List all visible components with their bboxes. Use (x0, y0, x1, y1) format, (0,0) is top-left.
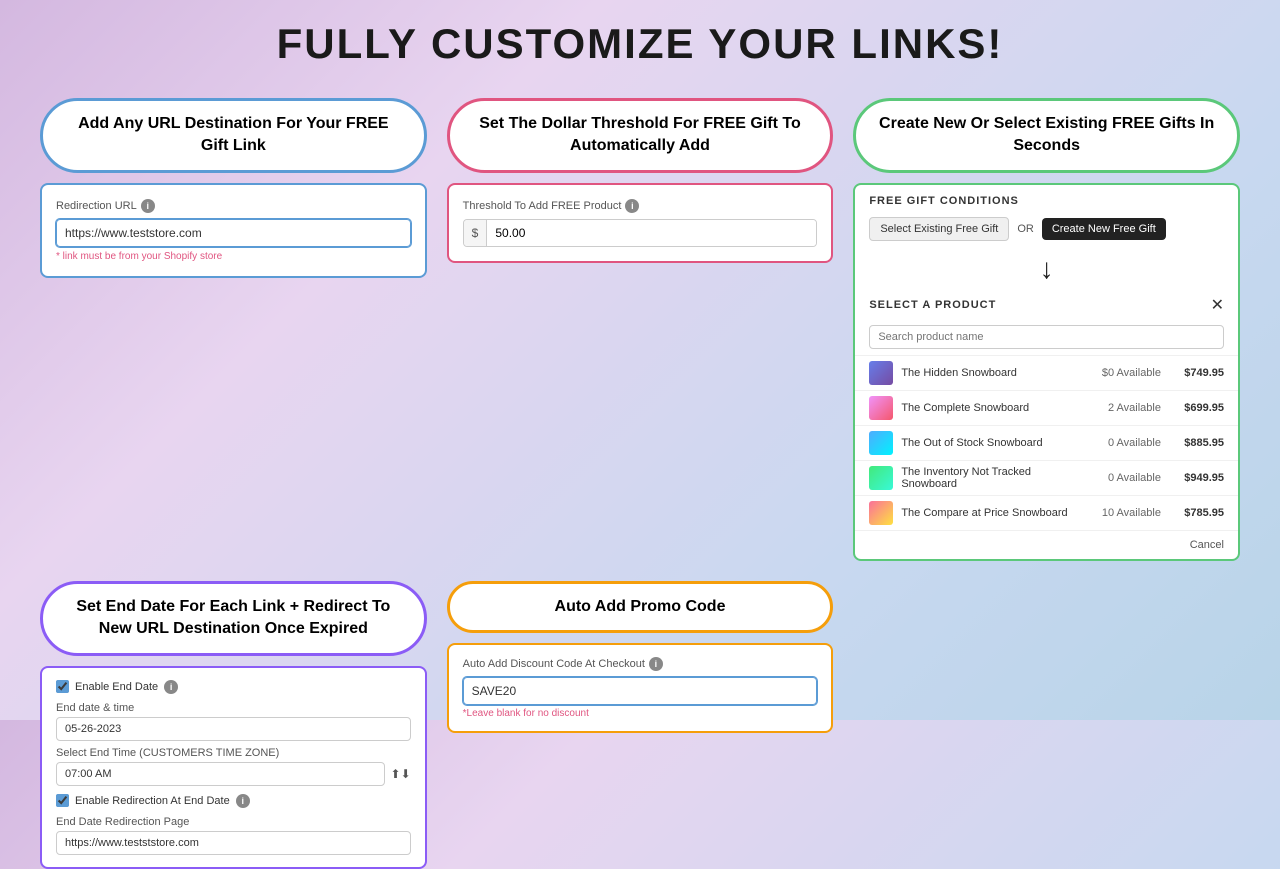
url-destination-section: Add Any URL Destination For Your FREE Gi… (40, 98, 427, 561)
product-thumb (869, 396, 893, 420)
end-date-card: Enable End Date i End date & time Select… (40, 666, 427, 869)
url-destination-label: Add Any URL Destination For Your FREE Gi… (40, 98, 427, 173)
product-name: The Inventory Not Tracked Snowboard (901, 466, 1083, 490)
product-availability: 0 Available (1091, 472, 1161, 484)
promo-field-label: Auto Add Discount Code At Checkout i (463, 657, 818, 671)
product-name: The Compare at Price Snowboard (901, 507, 1083, 519)
end-date-info-icon: i (164, 680, 178, 694)
product-name: The Out of Stock Snowboard (901, 437, 1083, 449)
arrow-down-icon: ↓ (855, 249, 1238, 289)
redirect-url-label: End Date Redirection Page (56, 816, 411, 828)
gift-buttons-row: Select Existing Free Gift OR Create New … (855, 213, 1238, 249)
product-item[interactable]: The Complete Snowboard 2 Available $699.… (855, 390, 1238, 425)
time-field-label: Select End Time (CUSTOMERS TIME ZONE) (56, 747, 411, 759)
promo-code-input[interactable] (463, 677, 818, 705)
product-thumb (869, 431, 893, 455)
promo-info-icon: i (649, 657, 663, 671)
product-item[interactable]: The Compare at Price Snowboard 10 Availa… (855, 495, 1238, 530)
dollar-threshold-section: Set The Dollar Threshold For FREE Gift T… (447, 98, 834, 561)
product-price: $699.95 (1169, 402, 1224, 414)
redirect-url-input[interactable] (56, 831, 411, 855)
product-thumb (869, 466, 893, 490)
select-existing-gift-button[interactable]: Select Existing Free Gift (869, 217, 1009, 241)
date-field-label: End date & time (56, 702, 411, 714)
product-item[interactable]: The Inventory Not Tracked Snowboard 0 Av… (855, 460, 1238, 495)
product-availability: 0 Available (1091, 437, 1161, 449)
gift-conditions-header: FREE GIFT CONDITIONS (855, 185, 1238, 213)
promo-hint-text: *Leave blank for no discount (463, 708, 818, 719)
end-time-input[interactable] (56, 762, 385, 786)
enable-redirect-checkbox[interactable] (56, 794, 69, 807)
url-hint-text: * link must be from your Shopify store (56, 251, 411, 262)
dollar-threshold-card: Threshold To Add FREE Product i $ (447, 183, 834, 263)
product-name: The Complete Snowboard (901, 402, 1083, 414)
end-date-input[interactable] (56, 717, 411, 741)
dollar-prefix: $ (464, 220, 488, 246)
end-date-label: Set End Date For Each Link + Redirect To… (40, 581, 427, 656)
empty-column (853, 581, 1240, 869)
product-search-input[interactable] (869, 325, 1224, 349)
product-thumb (869, 361, 893, 385)
product-availability: $0 Available (1091, 367, 1161, 379)
promo-code-label: Auto Add Promo Code (447, 581, 834, 633)
product-thumb (869, 501, 893, 525)
enable-end-date-row: Enable End Date i (56, 680, 411, 694)
free-gifts-section: Create New Or Select Existing FREE Gifts… (853, 98, 1240, 561)
threshold-input[interactable] (487, 220, 816, 246)
select-product-header: SELECT A PRODUCT ✕ (855, 289, 1238, 321)
product-price: $785.95 (1169, 507, 1224, 519)
product-price: $885.95 (1169, 437, 1224, 449)
redirect-info-icon: i (236, 794, 250, 808)
product-availability: 2 Available (1091, 402, 1161, 414)
promo-code-section: Auto Add Promo Code Auto Add Discount Co… (447, 581, 834, 869)
enable-end-date-text: Enable End Date (75, 681, 158, 693)
free-gifts-label: Create New Or Select Existing FREE Gifts… (853, 98, 1240, 173)
url-destination-card: Redirection URL i * link must be from yo… (40, 183, 427, 278)
product-name: The Hidden Snowboard (901, 367, 1083, 379)
url-destination-field-label: Redirection URL i (56, 199, 411, 213)
or-text: OR (1017, 223, 1034, 235)
time-stepper[interactable]: ⬆⬇ (391, 767, 411, 781)
page-title: FULLY CUSTOMIZE YOUR LINKS! (277, 20, 1004, 68)
free-gifts-card: FREE GIFT CONDITIONS Select Existing Fre… (853, 183, 1240, 561)
product-item[interactable]: The Out of Stock Snowboard 0 Available $… (855, 425, 1238, 460)
enable-end-date-checkbox[interactable] (56, 680, 69, 693)
url-destination-input[interactable] (56, 219, 411, 247)
product-price: $949.95 (1169, 472, 1224, 484)
url-info-icon: i (141, 199, 155, 213)
product-item[interactable]: The Hidden Snowboard $0 Available $749.9… (855, 355, 1238, 390)
dollar-threshold-label: Set The Dollar Threshold For FREE Gift T… (447, 98, 834, 173)
select-product-label: SELECT A PRODUCT (869, 299, 996, 311)
cancel-button[interactable]: Cancel (1190, 539, 1224, 551)
end-date-section: Set End Date For Each Link + Redirect To… (40, 581, 427, 869)
enable-redirect-row: Enable Redirection At End Date i (56, 794, 411, 808)
product-price: $749.95 (1169, 367, 1224, 379)
close-product-select-button[interactable]: ✕ (1211, 295, 1224, 315)
cancel-row: Cancel (855, 530, 1238, 559)
product-availability: 10 Available (1091, 507, 1161, 519)
dollar-input-wrap: $ (463, 219, 818, 247)
enable-redirect-text: Enable Redirection At End Date (75, 795, 230, 807)
product-list: The Hidden Snowboard $0 Available $749.9… (855, 355, 1238, 530)
threshold-info-icon: i (625, 199, 639, 213)
create-new-gift-button[interactable]: Create New Free Gift (1042, 218, 1166, 240)
threshold-field-label: Threshold To Add FREE Product i (463, 199, 818, 213)
time-row: ⬆⬇ (56, 762, 411, 786)
